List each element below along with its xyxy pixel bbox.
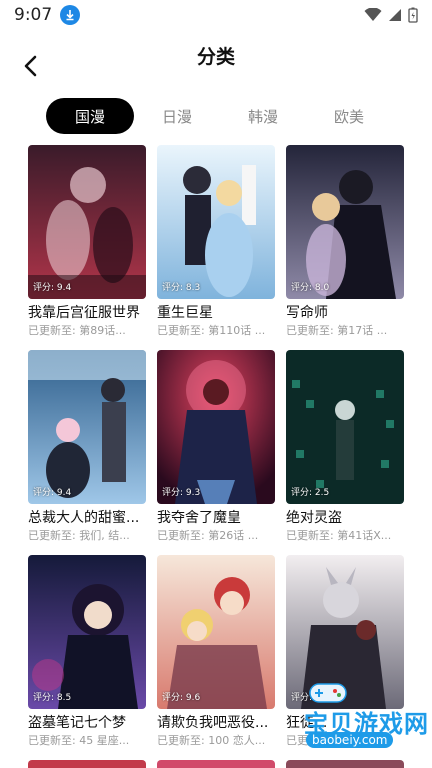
comic-cover-peek xyxy=(157,760,275,768)
comic-cover: 评分: 8.0 xyxy=(286,145,404,299)
tab-riman[interactable]: 日漫 xyxy=(134,98,220,134)
wifi-icon xyxy=(364,8,382,21)
download-icon xyxy=(60,5,81,25)
comic-card[interactable]: 评分: 2.5 绝对灵盗 已更新至: 第41话X... xyxy=(286,350,404,544)
comic-card[interactable]: 评分: 8.3 重生巨星 已更新至: 第110话 ... xyxy=(157,145,275,339)
gamepad-icon xyxy=(309,683,347,703)
battery-icon xyxy=(408,7,418,23)
comic-title: 绝对灵盗 xyxy=(286,510,342,526)
status-icons xyxy=(364,7,418,23)
comic-cover: 评分: 2.5 xyxy=(286,350,404,504)
comic-card[interactable]: 评分: 9.4 总裁大人的甜蜜... 已更新至: 我们, 结... xyxy=(28,350,146,544)
watermark: 宝贝游戏网 baobeiy.com xyxy=(250,683,430,760)
score-label: 评分: 8.5 xyxy=(33,693,72,703)
score-label: 评分: 9.4 xyxy=(33,488,72,498)
comic-cover-peek xyxy=(286,760,404,768)
comic-cover: 评分: 9.4 xyxy=(28,350,146,504)
comic-card[interactable]: 评分: 8.0 写命师 已更新至: 第17话 ... xyxy=(286,145,404,339)
tab-guoman[interactable]: 国漫 xyxy=(46,98,134,134)
comic-update: 已更新至: 我们, 结... xyxy=(28,529,130,542)
header: 分类 xyxy=(0,30,432,96)
comic-title: 写命师 xyxy=(286,305,328,321)
comic-cover: 评分: 9.3 xyxy=(157,350,275,504)
page-title: 分类 xyxy=(196,46,235,68)
comic-cover: 评分: 9.4 xyxy=(28,145,146,299)
comic-update: 已更新至: 第110话 ... xyxy=(157,324,266,337)
score-label: 评分: 8.3 xyxy=(162,283,201,293)
comic-title: 我靠后宫征服世界 xyxy=(28,305,140,321)
comic-title: 盗墓笔记七个梦 xyxy=(28,715,126,731)
comic-update: 已更新至: 第17话 ... xyxy=(286,324,388,337)
score-label: 评分: 2.5 xyxy=(291,488,330,498)
tab-hanman[interactable]: 韩漫 xyxy=(220,98,306,134)
comic-cover-peek xyxy=(28,760,146,768)
comic-card[interactable]: 评分: 9.4 我靠后宫征服世界 已更新至: 第89话... xyxy=(28,145,146,339)
comic-update: 已更新至: 第41话X... xyxy=(286,529,392,542)
comic-title: 总裁大人的甜蜜... xyxy=(28,510,140,526)
comic-update: 已更新至: 45 星座... xyxy=(28,734,130,747)
comic-title: 我夺舍了魔皇 xyxy=(157,510,241,526)
signal-icon xyxy=(389,9,401,21)
score-label: 评分: 9.3 xyxy=(162,488,201,498)
score-label: 评分: 8.0 xyxy=(291,283,330,293)
comic-update: 已更新至: 第26话 ... xyxy=(157,529,259,542)
score-label: 评分: 9.6 xyxy=(162,693,201,703)
comic-update: 已更新至: 第89话... xyxy=(28,324,126,337)
status-time: 9:07 xyxy=(14,5,53,25)
score-label: 评分: 9.4 xyxy=(33,283,72,293)
comic-title: 重生巨星 xyxy=(157,305,213,321)
watermark-url: baobeiy.com xyxy=(306,732,394,748)
category-tabs: 国漫 日漫 韩漫 欧美 xyxy=(46,98,396,134)
comic-cover: 评分: 8.3 xyxy=(157,145,275,299)
status-bar: 9:07 xyxy=(0,0,432,30)
comic-cover: 评分: 8.5 xyxy=(28,555,146,709)
comic-cover: 评分: 9.6 xyxy=(157,555,275,709)
comic-card[interactable]: 评分: 8.5 盗墓笔记七个梦 已更新至: 45 星座... xyxy=(28,555,146,749)
comic-card[interactable]: 评分: 9.3 我夺舍了魔皇 已更新至: 第26话 ... xyxy=(157,350,275,544)
tab-oumei[interactable]: 欧美 xyxy=(306,98,392,134)
